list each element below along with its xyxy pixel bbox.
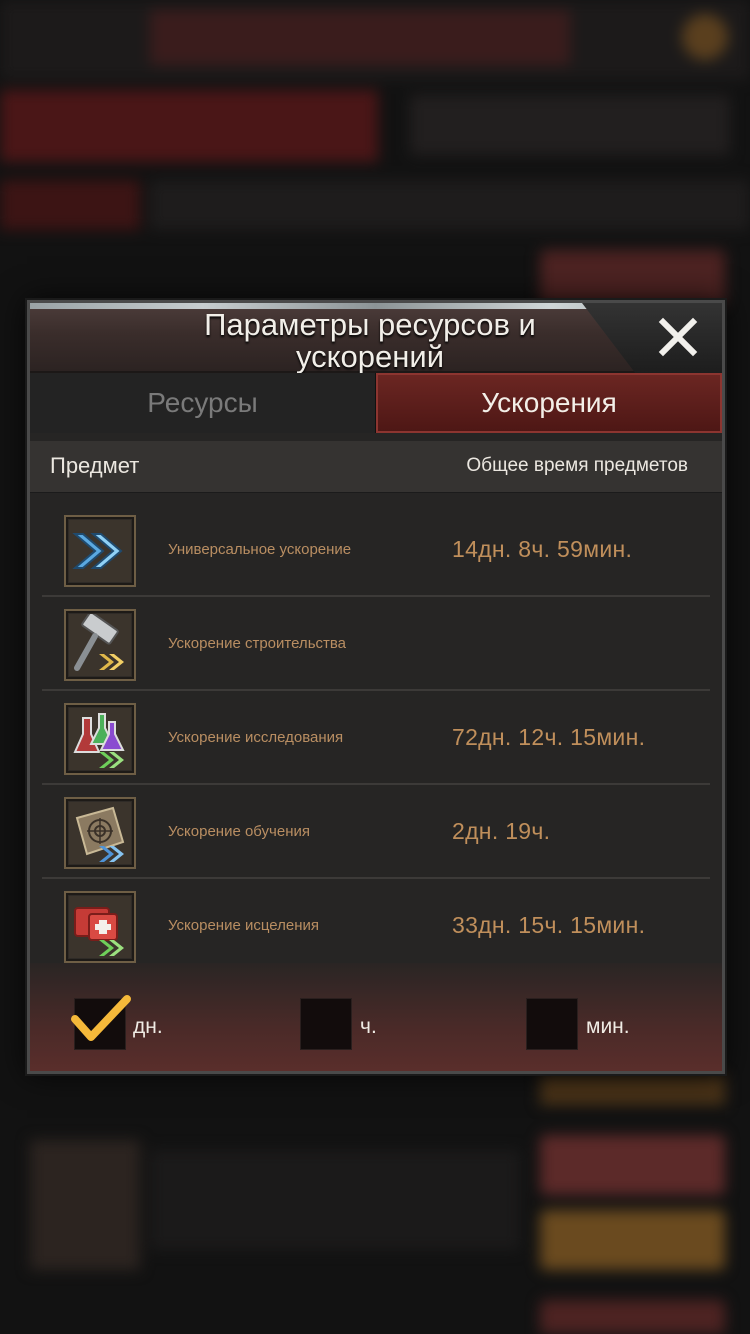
column-header: Предмет Общее время предметов	[30, 441, 722, 493]
item-icon-frame	[64, 609, 136, 681]
list-item: Ускорение обучения 2дн. 19ч.	[42, 785, 710, 879]
item-total-time: 33дн. 15ч. 15мин.	[452, 912, 646, 938]
item-icon-frame	[64, 515, 136, 587]
tab-bar: Ресурсы Ускорения	[30, 373, 722, 433]
medkit-icon	[69, 896, 131, 958]
double-chevron-icon	[69, 520, 131, 582]
item-name: Ускорение обучения	[168, 823, 311, 840]
column-item-label: Предмет	[50, 453, 140, 478]
dialog-title: Параметры ресурсов и ускорений	[204, 307, 536, 374]
dialog-header: Параметры ресурсов и ускорений	[30, 303, 722, 373]
item-name: Ускорение строительства	[168, 635, 347, 652]
flasks-icon	[69, 708, 131, 770]
item-icon-frame	[64, 891, 136, 963]
hours-checkbox[interactable]	[300, 998, 352, 1050]
tab-resources-label: Ресурсы	[147, 387, 258, 418]
resource-speedup-dialog: Параметры ресурсов и ускорений Ресурсы У…	[27, 300, 725, 1074]
item-name: Универсальное ускорение	[168, 541, 352, 558]
target-board-icon	[69, 802, 131, 864]
item-icon-frame	[64, 797, 136, 869]
unit-filter-bar: дн. ч. мин.	[30, 963, 722, 1071]
item-total-time: 2дн. 19ч.	[452, 818, 551, 844]
checkmark-icon	[71, 995, 131, 1041]
tab-speedups-label: Ускорения	[481, 387, 617, 418]
item-total-time: 72дн. 12ч. 15мин.	[452, 724, 646, 750]
item-name: Ускорение исцеления	[168, 917, 319, 934]
item-total-time: 14дн. 8ч. 59мин.	[452, 536, 633, 562]
item-icon-frame	[64, 703, 136, 775]
list-item: Ускорение исцеления 33дн. 15ч. 15мин.	[42, 879, 710, 973]
hammer-icon	[69, 614, 131, 676]
hours-label: ч.	[360, 1015, 377, 1038]
list-item: Ускорение строительства	[42, 597, 710, 691]
minutes-label: мин.	[586, 1015, 630, 1038]
speedup-list: Универсальное ускорение 14дн. 8ч. 59мин.…	[42, 503, 710, 973]
close-button[interactable]	[654, 313, 702, 361]
list-item: Универсальное ускорение 14дн. 8ч. 59мин.	[42, 503, 710, 597]
days-checkbox[interactable]	[71, 995, 131, 1050]
minutes-checkbox[interactable]	[526, 998, 578, 1050]
item-name: Ускорение исследования	[168, 729, 344, 746]
close-icon	[658, 317, 698, 357]
tab-speedups[interactable]: Ускорения	[376, 373, 722, 433]
list-item: Ускорение исследования 72дн. 12ч. 15мин.	[42, 691, 710, 785]
tab-resources[interactable]: Ресурсы	[30, 373, 376, 433]
column-total-time-label: Общее время предметов	[466, 455, 688, 476]
days-label: дн.	[133, 1015, 163, 1038]
